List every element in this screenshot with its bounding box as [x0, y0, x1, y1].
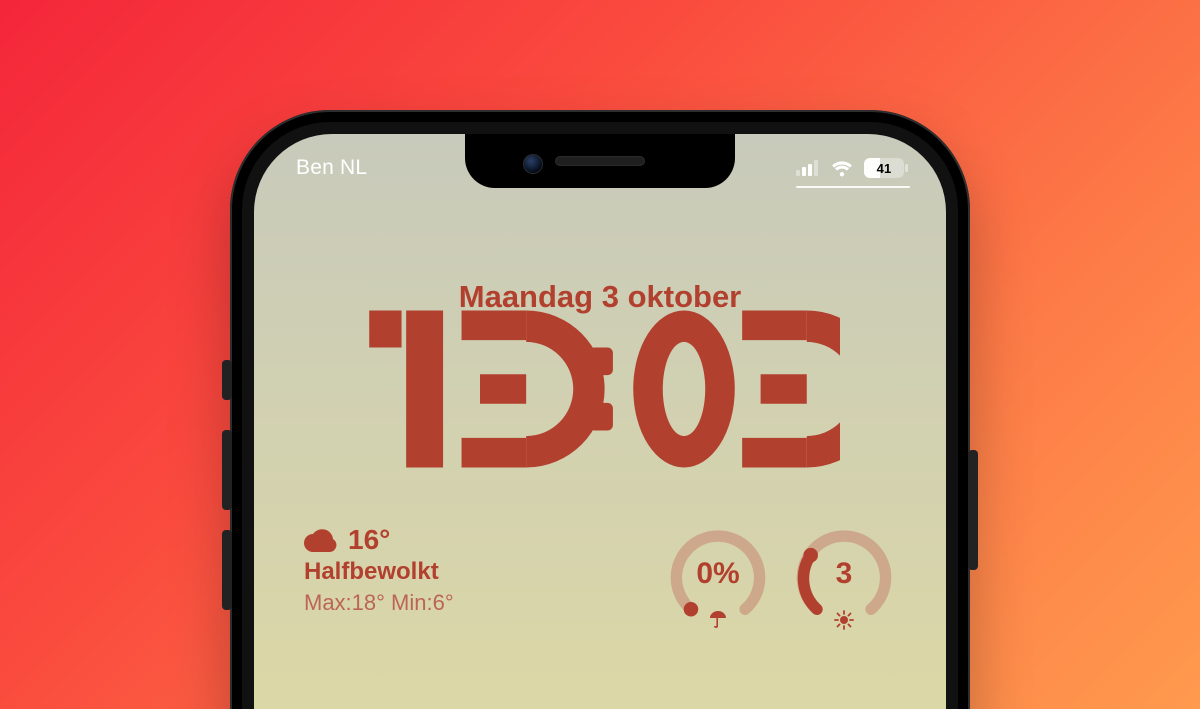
- carrier-label: Ben NL: [296, 156, 367, 180]
- lockscreen-widgets: 16° Halfbewolkt Max:18° Min:6° 0%: [304, 524, 896, 628]
- battery-percent: 41: [877, 161, 892, 176]
- earpiece-speaker: [555, 156, 645, 166]
- notch: [465, 134, 735, 188]
- precipitation-widget[interactable]: 0%: [666, 524, 770, 628]
- phone-frame: Ben NL: [230, 110, 970, 709]
- wifi-icon: [830, 159, 854, 177]
- battery-indicator: 41: [864, 158, 904, 178]
- front-camera-icon: [523, 154, 543, 174]
- weather-hilo: Max:18° Min:6°: [304, 590, 454, 616]
- weather-condition: Halfbewolkt: [304, 558, 454, 586]
- volume-down[interactable]: [222, 530, 232, 610]
- weather-temp: 16°: [348, 524, 390, 556]
- lock-screen[interactable]: Ben NL: [254, 134, 946, 709]
- power-button[interactable]: [968, 450, 978, 570]
- uv-widget[interactable]: 3: [792, 524, 896, 628]
- sun-icon: [792, 610, 896, 630]
- volume-up[interactable]: [222, 430, 232, 510]
- wallpaper-canvas: Ben NL: [0, 0, 1200, 709]
- lockscreen-time[interactable]: [254, 309, 946, 469]
- hotspot-indicator: [796, 186, 910, 188]
- mute-switch[interactable]: [222, 360, 232, 400]
- cloud-icon: [304, 528, 338, 552]
- umbrella-icon: [666, 610, 770, 630]
- cellular-icon: [796, 160, 820, 176]
- status-right: 41: [796, 158, 904, 178]
- weather-widget[interactable]: 16° Halfbewolkt Max:18° Min:6°: [304, 524, 454, 616]
